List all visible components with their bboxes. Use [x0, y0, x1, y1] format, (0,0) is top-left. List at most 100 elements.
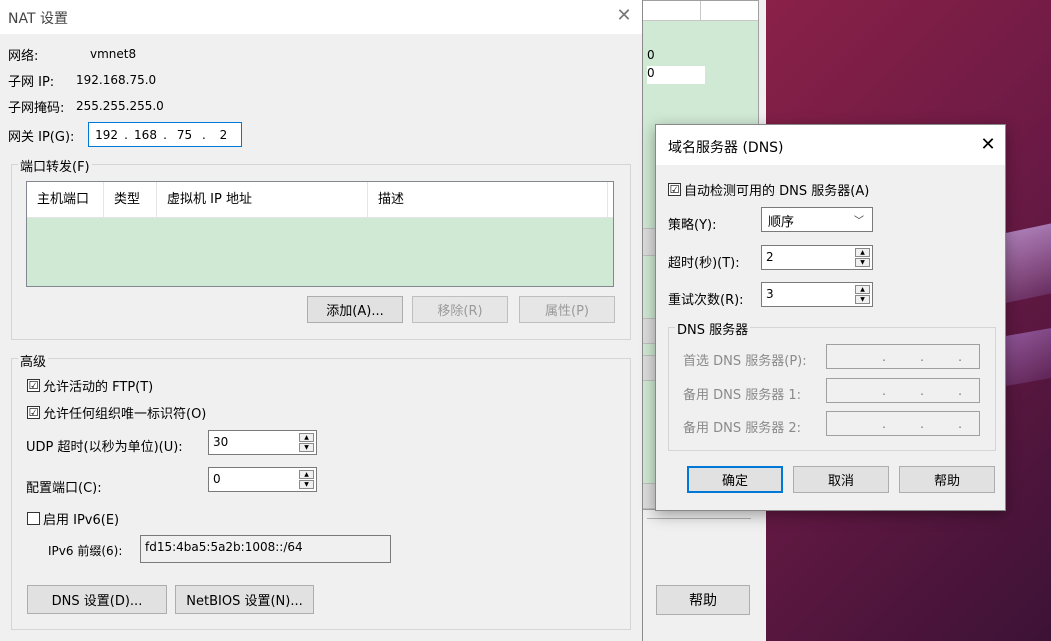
- ip-octet-separator: .: [882, 416, 886, 431]
- gateway-ip-input[interactable]: 192 . 168 . 75 . 2: [88, 122, 242, 147]
- auto-detect-dns-checkbox[interactable]: ☑ 自动检测可用的 DNS 服务器(A): [668, 180, 869, 199]
- ok-button[interactable]: 确定: [687, 466, 783, 493]
- parent-separator: [647, 518, 751, 519]
- enable-ipv6-checkbox[interactable]: 启用 IPv6(E): [27, 509, 119, 528]
- spin-down-icon[interactable]: ▼: [299, 480, 314, 489]
- dns-retries-value[interactable]: 3: [766, 287, 774, 301]
- dns-timeout-spinner[interactable]: 2 ▲ ▼: [761, 245, 873, 270]
- dns-dialog: 域名服务器 (DNS) ✕ ☑ 自动检测可用的 DNS 服务器(A) 策略(Y)…: [655, 124, 1006, 511]
- config-port-value[interactable]: 0: [213, 472, 221, 486]
- policy-dropdown[interactable]: 顺序 ﹀: [761, 207, 873, 232]
- parent-value-field: 0: [647, 66, 705, 84]
- parent-help-button[interactable]: 帮助: [656, 585, 750, 615]
- spin-down-icon[interactable]: ▼: [855, 258, 870, 267]
- subnet-mask-value: 255.255.255.0: [76, 99, 164, 113]
- auto-detect-dns-label: 自动检测可用的 DNS 服务器(A): [684, 184, 870, 199]
- alternate-dns-2-label: 备用 DNS 服务器 2:: [683, 421, 802, 436]
- spinner-arrows: ▲ ▼: [299, 433, 314, 452]
- retries-label: 重试次数(R):: [668, 293, 744, 308]
- parent-value: 0: [647, 48, 655, 62]
- spin-up-icon[interactable]: ▲: [299, 433, 314, 442]
- subnet-ip-label: 子网 IP:: [8, 75, 55, 90]
- udp-timeout-value[interactable]: 30: [213, 435, 228, 449]
- policy-label: 策略(Y):: [668, 218, 717, 233]
- allow-uid-label: 允许任何组织唯一标识符(O): [43, 407, 207, 422]
- spin-up-icon[interactable]: ▲: [855, 248, 870, 257]
- config-port-spinner[interactable]: 0 ▲ ▼: [208, 467, 317, 492]
- policy-value: 顺序: [768, 215, 795, 230]
- ip-octet-separator: .: [958, 349, 962, 364]
- cancel-button[interactable]: 取消: [793, 466, 889, 493]
- dns-retries-spinner[interactable]: 3 ▲ ▼: [761, 282, 873, 307]
- close-icon[interactable]: ✕: [976, 133, 1000, 157]
- network-value: vmnet8: [90, 47, 137, 61]
- ipv6-prefix-label: IPv6 前缀(6):: [48, 544, 123, 558]
- dns-timeout-value[interactable]: 2: [766, 250, 774, 264]
- port-forwarding-list[interactable]: 主机端口 类型 虚拟机 IP 地址 描述: [26, 181, 614, 287]
- subnet-ip-value: 192.168.75.0: [76, 73, 157, 87]
- chevron-down-icon: ﹀: [854, 216, 864, 227]
- gateway-octet-4[interactable]: 2: [206, 128, 241, 142]
- gateway-ip-label: 网关 IP(G):: [8, 130, 75, 145]
- dns-titlebar: 域名服务器 (DNS) ✕: [656, 125, 1005, 165]
- ip-octet-separator: .: [920, 416, 924, 431]
- netbios-settings-button[interactable]: NetBIOS 设置(N)...: [175, 585, 314, 614]
- ip-octet-separator: .: [882, 383, 886, 398]
- column-type[interactable]: 类型: [104, 182, 157, 218]
- spinner-arrows: ▲ ▼: [855, 248, 870, 267]
- network-label: 网络:: [8, 49, 39, 64]
- parent-list-header: [642, 1, 758, 21]
- allow-ftp-checkbox[interactable]: ☑ 允许活动的 FTP(T): [27, 376, 153, 395]
- column-host-port[interactable]: 主机端口: [27, 182, 104, 218]
- ip-octet-separator: .: [882, 349, 886, 364]
- checkbox-check-icon[interactable]: ☑: [668, 183, 681, 196]
- preferred-dns-input[interactable]: ...: [826, 344, 980, 369]
- checkbox-check-icon[interactable]: ☑: [27, 379, 40, 392]
- spin-up-icon[interactable]: ▲: [855, 285, 870, 294]
- alternate-dns-1-label: 备用 DNS 服务器 1:: [683, 388, 802, 403]
- gateway-octet-2[interactable]: 168: [128, 128, 163, 142]
- ip-octet-separator: .: [958, 383, 962, 398]
- port-forwarding-title: 端口转发(F): [18, 156, 92, 175]
- spinner-arrows: ▲ ▼: [855, 285, 870, 304]
- ip-octet-separator: .: [920, 383, 924, 398]
- column-description[interactable]: 描述: [368, 182, 608, 218]
- dns-dialog-title: 域名服务器 (DNS): [668, 140, 784, 156]
- alternate-dns-2-input[interactable]: ...: [826, 411, 980, 436]
- column-vm-ip[interactable]: 虚拟机 IP 地址: [157, 182, 368, 218]
- gateway-octet-3[interactable]: 75: [167, 128, 202, 142]
- ip-octet-separator: .: [958, 416, 962, 431]
- alternate-dns-1-input[interactable]: ...: [826, 378, 980, 403]
- udp-timeout-label: UDP 超时(以秒为单位)(U):: [26, 440, 183, 455]
- ipv6-prefix-field[interactable]: fd15:4ba5:5a2b:1008::/64: [140, 535, 391, 563]
- spin-up-icon[interactable]: ▲: [299, 470, 314, 479]
- list-header: 主机端口 类型 虚拟机 IP 地址 描述: [27, 182, 613, 218]
- nat-window-title: NAT 设置: [8, 11, 68, 27]
- checkbox-check-icon[interactable]: ☑: [27, 406, 40, 419]
- config-port-label: 配置端口(C):: [26, 481, 102, 496]
- subnet-mask-label: 子网掩码:: [8, 101, 65, 116]
- udp-timeout-spinner[interactable]: 30 ▲ ▼: [208, 430, 317, 455]
- close-icon[interactable]: ✕: [612, 4, 636, 28]
- spinner-arrows: ▲ ▼: [299, 470, 314, 489]
- gateway-octet-1[interactable]: 192: [89, 128, 124, 142]
- allow-uid-checkbox[interactable]: ☑ 允许任何组织唯一标识符(O): [27, 403, 206, 422]
- parent-list-divider: [700, 1, 701, 21]
- help-button[interactable]: 帮助: [899, 466, 995, 493]
- spin-down-icon[interactable]: ▼: [855, 295, 870, 304]
- nat-settings-window: NAT 设置 ✕ 网络: vmnet8 子网 IP: 192.168.75.0 …: [0, 0, 643, 641]
- checkbox-icon[interactable]: [27, 512, 40, 525]
- preferred-dns-label: 首选 DNS 服务器(P):: [683, 354, 807, 369]
- enable-ipv6-label: 启用 IPv6(E): [43, 513, 120, 528]
- add-button[interactable]: 添加(A)...: [307, 296, 403, 323]
- dns-servers-title: DNS 服务器: [675, 319, 751, 338]
- ip-octet-separator: .: [920, 349, 924, 364]
- timeout-label: 超时(秒)(T):: [668, 256, 740, 271]
- allow-ftp-label: 允许活动的 FTP(T): [43, 380, 154, 395]
- nat-titlebar: NAT 设置 ✕: [0, 0, 642, 34]
- properties-button[interactable]: 属性(P): [519, 296, 615, 323]
- spin-down-icon[interactable]: ▼: [299, 443, 314, 452]
- advanced-title: 高级: [18, 351, 49, 370]
- dns-settings-button[interactable]: DNS 设置(D)...: [27, 585, 167, 614]
- remove-button[interactable]: 移除(R): [412, 296, 508, 323]
